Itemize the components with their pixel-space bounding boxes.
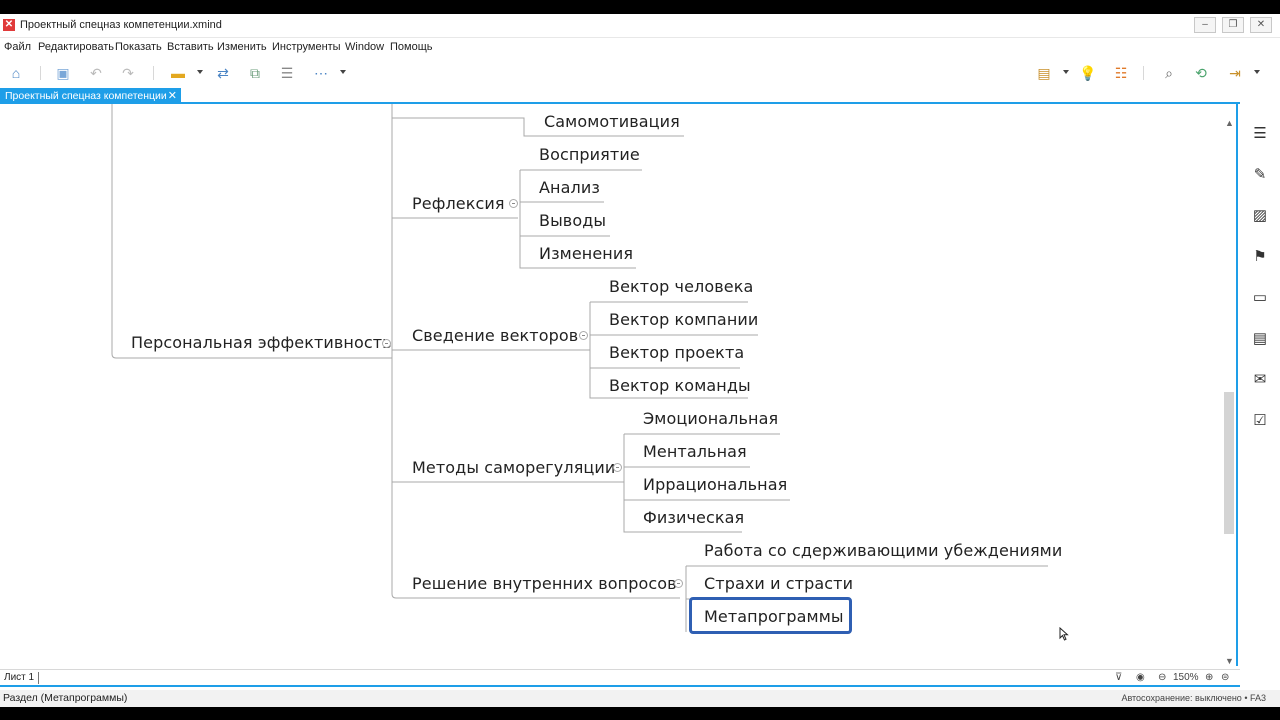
subtopic[interactable]: Работа со сдерживающими убеждениями [704, 541, 1062, 560]
scroll-up-icon[interactable]: ▲ [1225, 118, 1234, 128]
right-side-panel: ☰ ✎ ▨ ⚑ ▭ ▤ ✉ ☑ [1240, 104, 1280, 674]
xmind-logo-icon: ✕ [3, 19, 15, 31]
outline-icon[interactable]: ☰ [1251, 125, 1269, 143]
status-extra: FA3 [1249, 693, 1266, 703]
mouse-cursor-icon [1059, 627, 1069, 641]
status-selection: Раздел (Метапрограммы) [3, 692, 128, 704]
boundary-icon[interactable]: ⧉ [245, 64, 265, 82]
subtopic[interactable]: Эмоциональная [643, 409, 778, 428]
label-icon[interactable]: ▭ [1251, 289, 1269, 307]
status-bar: Раздел (Метапрограммы) Автосохранение: в… [0, 690, 1280, 707]
share-icon[interactable]: ⟲ [1191, 64, 1211, 82]
menu-window[interactable]: Window [345, 41, 384, 53]
vertical-scrollbar[interactable] [1224, 392, 1234, 534]
zoom-in-icon[interactable]: ⊕ [1205, 672, 1213, 683]
export-icon[interactable]: ⇥ [1225, 64, 1245, 82]
collapse-icon[interactable] [382, 339, 391, 348]
subtopic[interactable]: Выводы [539, 211, 606, 230]
close-window-button[interactable]: ✕ [1250, 17, 1272, 33]
gantt-icon[interactable]: ☷ [1111, 64, 1131, 82]
toolbar-separator [1143, 66, 1144, 80]
subtopic[interactable]: Иррациональная [643, 475, 787, 494]
menu-view[interactable]: Показать [115, 41, 162, 53]
menu-insert[interactable]: Вставить [167, 41, 214, 53]
search-icon[interactable]: ⌕ [1159, 64, 1179, 82]
zoom-menu-icon[interactable]: ⊜ [1221, 672, 1229, 683]
undo-icon[interactable]: ↶ [86, 64, 106, 82]
window-title: Проектный спецназ компетенции.xmind [20, 19, 222, 31]
sheet-bar: Лист 1 ⊽ ◉ ⊖ 150% ⊕ ⊜ [0, 669, 1240, 687]
redo-icon[interactable]: ↷ [118, 64, 138, 82]
application-window: ✕ Проектный спецназ компетенции.xmind ‒ … [0, 14, 1280, 707]
status-autosave: Автосохранение: выключено • FA3 [1121, 693, 1266, 703]
zoom-out-icon[interactable]: ⊖ [1158, 672, 1166, 683]
toolbar: ⌂ ▣ ↶ ↷ ▬ ⇄ ⧉ ☰ ⋯ ▤ 💡 ☷ ⌕ ⟲ ⇥ [0, 58, 1280, 88]
zoom-level: 150% [1173, 672, 1199, 683]
toolbar-separator [40, 66, 41, 80]
presentation-icon[interactable]: ▤ [1034, 64, 1054, 82]
summary-icon[interactable]: ☰ [277, 64, 297, 82]
format-brush-icon[interactable]: ✎ [1251, 166, 1269, 184]
title-bar: ✕ Проектный спецназ компетенции.xmind ‒ … [0, 14, 1280, 38]
presentation-dropdown-icon[interactable] [1063, 70, 1069, 74]
subtopic[interactable]: Вектор человека [609, 277, 753, 296]
topic-dropdown-icon[interactable] [197, 70, 203, 74]
root-topic[interactable]: Персональная эффективность [131, 333, 392, 352]
sheet-divider [38, 672, 39, 684]
collapse-icon[interactable] [509, 199, 518, 208]
menu-bar: Файл Редактировать Показать Вставить Изм… [0, 39, 1280, 57]
subtopic[interactable]: Изменения [539, 244, 633, 263]
export-dropdown-icon[interactable] [1254, 70, 1260, 74]
mindmap-canvas[interactable]: Самомотивация Персональная эффективность… [0, 104, 1238, 666]
topic-icon[interactable]: ▬ [168, 64, 188, 82]
subtopic[interactable]: Вектор проекта [609, 343, 744, 362]
subtopic[interactable]: Восприятие [539, 145, 640, 164]
subtopic[interactable]: Вектор компании [609, 310, 758, 329]
toolbar-separator [153, 66, 154, 80]
lightbulb-icon[interactable]: 💡 [1078, 64, 1098, 82]
branch-refleksiya[interactable]: Рефлексия [412, 194, 505, 213]
restore-button[interactable]: ❐ [1222, 17, 1244, 33]
collapse-icon[interactable] [674, 579, 683, 588]
subtopic[interactable]: Страхи и страсти [704, 574, 853, 593]
menu-tools[interactable]: Инструменты [272, 41, 341, 53]
more-dropdown-icon[interactable] [340, 70, 346, 74]
menu-edit[interactable]: Редактировать [38, 41, 114, 53]
filter-icon[interactable]: ⊽ [1115, 672, 1122, 683]
home-icon[interactable]: ⌂ [6, 64, 26, 82]
tab-label: Проектный спецназ компетенции [5, 90, 167, 102]
save-icon[interactable]: ▣ [53, 64, 73, 82]
branch-methods[interactable]: Методы саморегуляции [412, 458, 615, 477]
marker-flag-icon[interactable]: ⚑ [1251, 248, 1269, 266]
more-icon[interactable]: ⋯ [311, 64, 331, 82]
menu-modify[interactable]: Изменить [217, 41, 267, 53]
comments-icon[interactable]: ✉ [1251, 371, 1269, 389]
branch-inner-questions[interactable]: Решение внутренних вопросов [412, 574, 677, 593]
subtopic[interactable]: Вектор команды [609, 376, 751, 395]
notes-icon[interactable]: ▤ [1251, 330, 1269, 348]
subtopic[interactable]: Ментальная [643, 442, 747, 461]
menu-file[interactable]: Файл [4, 41, 31, 53]
sheet-tab[interactable]: Лист 1 [4, 672, 34, 683]
eye-icon[interactable]: ◉ [1136, 672, 1145, 683]
image-icon[interactable]: ▨ [1251, 207, 1269, 225]
task-icon[interactable]: ☑ [1251, 412, 1269, 430]
minimize-button[interactable]: ‒ [1194, 17, 1216, 33]
subtopic[interactable]: Анализ [539, 178, 600, 197]
collapse-icon[interactable] [613, 463, 622, 472]
subtopic[interactable]: Физическая [643, 508, 744, 527]
collapse-icon[interactable] [579, 331, 588, 340]
branch-vectors[interactable]: Сведение векторов [412, 326, 578, 345]
autosave-label: Автосохранение: выключено [1121, 693, 1242, 703]
scroll-down-icon[interactable]: ▼ [1225, 656, 1234, 666]
node-samomotivatsiya[interactable]: Самомотивация [544, 112, 680, 131]
menu-help[interactable]: Помощь [390, 41, 433, 53]
relationship-icon[interactable]: ⇄ [213, 64, 233, 82]
subtopic-selected[interactable]: Метапрограммы [704, 607, 844, 626]
